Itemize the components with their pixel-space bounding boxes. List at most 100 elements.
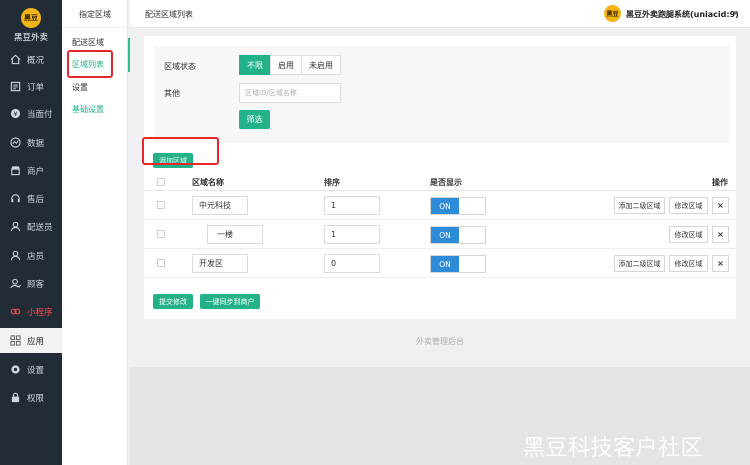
account-name[interactable]: 黑豆外卖跑腿系统(uniacid:9) xyxy=(626,9,739,20)
add-area-button[interactable]: 添加区域 xyxy=(153,153,193,168)
sidebar-item-permission[interactable]: 权限 xyxy=(0,385,62,410)
content-panel: 区域状态 不限 启用 未启用 其他 筛选 添加区域 区域名称 排序 是否显示 操… xyxy=(144,36,736,319)
list-icon xyxy=(9,81,21,93)
status-option-all[interactable]: 不限 xyxy=(239,55,271,75)
subnav-title: 指定区域 xyxy=(79,10,111,19)
avatar[interactable]: 黑豆 xyxy=(604,5,621,22)
main-content: 区域状态 不限 启用 未启用 其他 筛选 添加区域 区域名称 排序 是否显示 操… xyxy=(130,28,750,465)
sidebar-item-label: 设置 xyxy=(27,365,45,376)
table-row: ON 添加二级区域 修改区域 × xyxy=(144,249,736,278)
edit-area-button[interactable]: 修改区域 xyxy=(669,226,708,243)
chart-icon xyxy=(9,137,21,149)
sidebar-item-label: 店员 xyxy=(27,251,45,262)
brand-logo: 黑豆 xyxy=(21,8,41,28)
edit-area-button[interactable]: 修改区域 xyxy=(669,255,708,272)
sidebar-item-data[interactable]: 数据 xyxy=(0,130,62,155)
courier-icon xyxy=(9,221,21,233)
subnav-basic-settings[interactable]: 基础设置 xyxy=(72,104,104,115)
delete-area-button[interactable]: × xyxy=(712,255,729,272)
edit-area-button[interactable]: 修改区域 xyxy=(669,197,708,214)
toggle-on-label: ON xyxy=(431,227,459,243)
sidebar-item-aftersale[interactable]: 售后 xyxy=(0,186,62,211)
sidebar-item-miniprogram[interactable]: 小程序 xyxy=(0,299,62,324)
sidebar-item-merchant[interactable]: 商户 xyxy=(0,158,62,183)
brand-name: 黑豆外卖 xyxy=(13,33,48,43)
sidebar-item-label: 当面付 xyxy=(27,109,53,120)
sidebar-item-staff[interactable]: 店员 xyxy=(0,243,62,268)
status-segment: 不限 启用 未启用 xyxy=(239,55,341,75)
miniprogram-icon xyxy=(9,306,21,318)
other-filter-label: 其他 xyxy=(164,89,180,98)
search-input[interactable] xyxy=(239,83,341,103)
sidebar-item-settings[interactable]: 设置 xyxy=(0,357,62,382)
chevron-down-icon[interactable]: ▾ xyxy=(734,9,738,17)
table-row: ON 修改区域 × xyxy=(144,220,736,249)
table-header: 区域名称 排序 是否显示 操作 xyxy=(144,173,736,191)
sidebar-item-orders[interactable]: 订单 xyxy=(0,74,62,99)
sidebar-item-label: 商户 xyxy=(27,166,45,177)
status-option-enabled[interactable]: 启用 xyxy=(270,55,302,75)
sidebar-item-apps[interactable]: 应用 xyxy=(0,328,62,353)
sort-input[interactable] xyxy=(324,225,380,244)
watermark-text: 黑豆科技客户社区 xyxy=(523,436,704,461)
status-option-disabled[interactable]: 未启用 xyxy=(301,55,341,75)
sidebar-item-label: 数据 xyxy=(27,138,45,149)
subnav-area-list[interactable]: 区域列表 xyxy=(72,59,104,70)
gear-icon xyxy=(9,364,21,376)
sidebar-item-label: 小程序 xyxy=(27,307,53,318)
row-checkbox[interactable] xyxy=(157,230,165,238)
submit-changes-button[interactable]: 提交修改 xyxy=(153,294,193,309)
row-checkbox[interactable] xyxy=(157,259,165,267)
area-name-input[interactable] xyxy=(207,225,263,244)
filter-button[interactable]: 筛选 xyxy=(239,110,270,129)
column-header-sort: 排序 xyxy=(324,178,340,187)
headset-icon xyxy=(9,193,21,205)
sidebar-item-overview[interactable]: 概况 xyxy=(0,47,62,72)
user-icon xyxy=(9,250,21,262)
sidebar-item-label: 应用 xyxy=(27,336,45,347)
apps-icon xyxy=(9,335,21,347)
footer-text: 外卖管理后台 xyxy=(416,337,464,346)
sort-input[interactable] xyxy=(324,254,380,273)
area-name-input[interactable] xyxy=(192,254,248,273)
show-toggle[interactable]: ON xyxy=(430,255,486,273)
show-toggle[interactable]: ON xyxy=(430,197,486,215)
sidebar-item-customer[interactable]: 顾客 xyxy=(0,271,62,296)
show-toggle[interactable]: ON xyxy=(430,226,486,244)
column-header-operations: 操作 xyxy=(712,178,728,187)
lock-icon xyxy=(9,392,21,404)
sidebar-item-label: 订单 xyxy=(27,82,45,93)
divider xyxy=(62,27,128,28)
sort-input[interactable] xyxy=(324,196,380,215)
home-icon xyxy=(9,54,21,66)
sidebar-item-label: 售后 xyxy=(27,194,45,205)
column-header-name: 区域名称 xyxy=(192,178,224,187)
sidebar-item-facepay[interactable]: ¥ 当面付 xyxy=(0,101,62,126)
table-row: ON 添加二级区域 修改区域 × xyxy=(144,191,736,220)
subnav-delivery-area[interactable]: 配送区域 xyxy=(72,37,104,48)
delete-area-button[interactable]: × xyxy=(712,197,729,214)
column-header-show: 是否显示 xyxy=(430,178,462,187)
filter-panel: 区域状态 不限 启用 未启用 其他 筛选 xyxy=(154,46,730,143)
row-checkbox[interactable] xyxy=(157,201,165,209)
toggle-on-label: ON xyxy=(431,256,459,272)
store-icon xyxy=(9,165,21,177)
select-all-checkbox[interactable] xyxy=(157,178,165,186)
toggle-on-label: ON xyxy=(431,198,459,214)
status-filter-label: 区域状态 xyxy=(164,62,196,71)
svg-text:¥: ¥ xyxy=(13,110,17,118)
sidebar-item-courier[interactable]: 配送员 xyxy=(0,214,62,239)
delete-area-button[interactable]: × xyxy=(712,226,729,243)
customer-icon xyxy=(9,278,21,290)
sub-navigation: 指定区域 配送区域 区域列表 设置 基础设置 xyxy=(62,0,128,465)
page-title: 配送区域列表 xyxy=(145,10,193,19)
sync-to-merchants-button[interactable]: 一键同步到商户 xyxy=(200,294,260,309)
add-sub-area-button[interactable]: 添加二级区域 xyxy=(614,197,665,214)
subnav-settings[interactable]: 设置 xyxy=(72,82,88,93)
sidebar-item-label: 概况 xyxy=(27,55,45,66)
sidebar: 黑豆 黑豆外卖 概况 订单 ¥ 当面付 数据 商户 售后 配送员 店员 顾客 小… xyxy=(0,0,62,465)
sidebar-item-label: 权限 xyxy=(27,393,45,404)
top-bar: 配送区域列表 黑豆 黑豆外卖跑腿系统(uniacid:9) ▾ xyxy=(130,0,750,28)
area-name-input[interactable] xyxy=(192,196,248,215)
add-sub-area-button[interactable]: 添加二级区域 xyxy=(614,255,665,272)
